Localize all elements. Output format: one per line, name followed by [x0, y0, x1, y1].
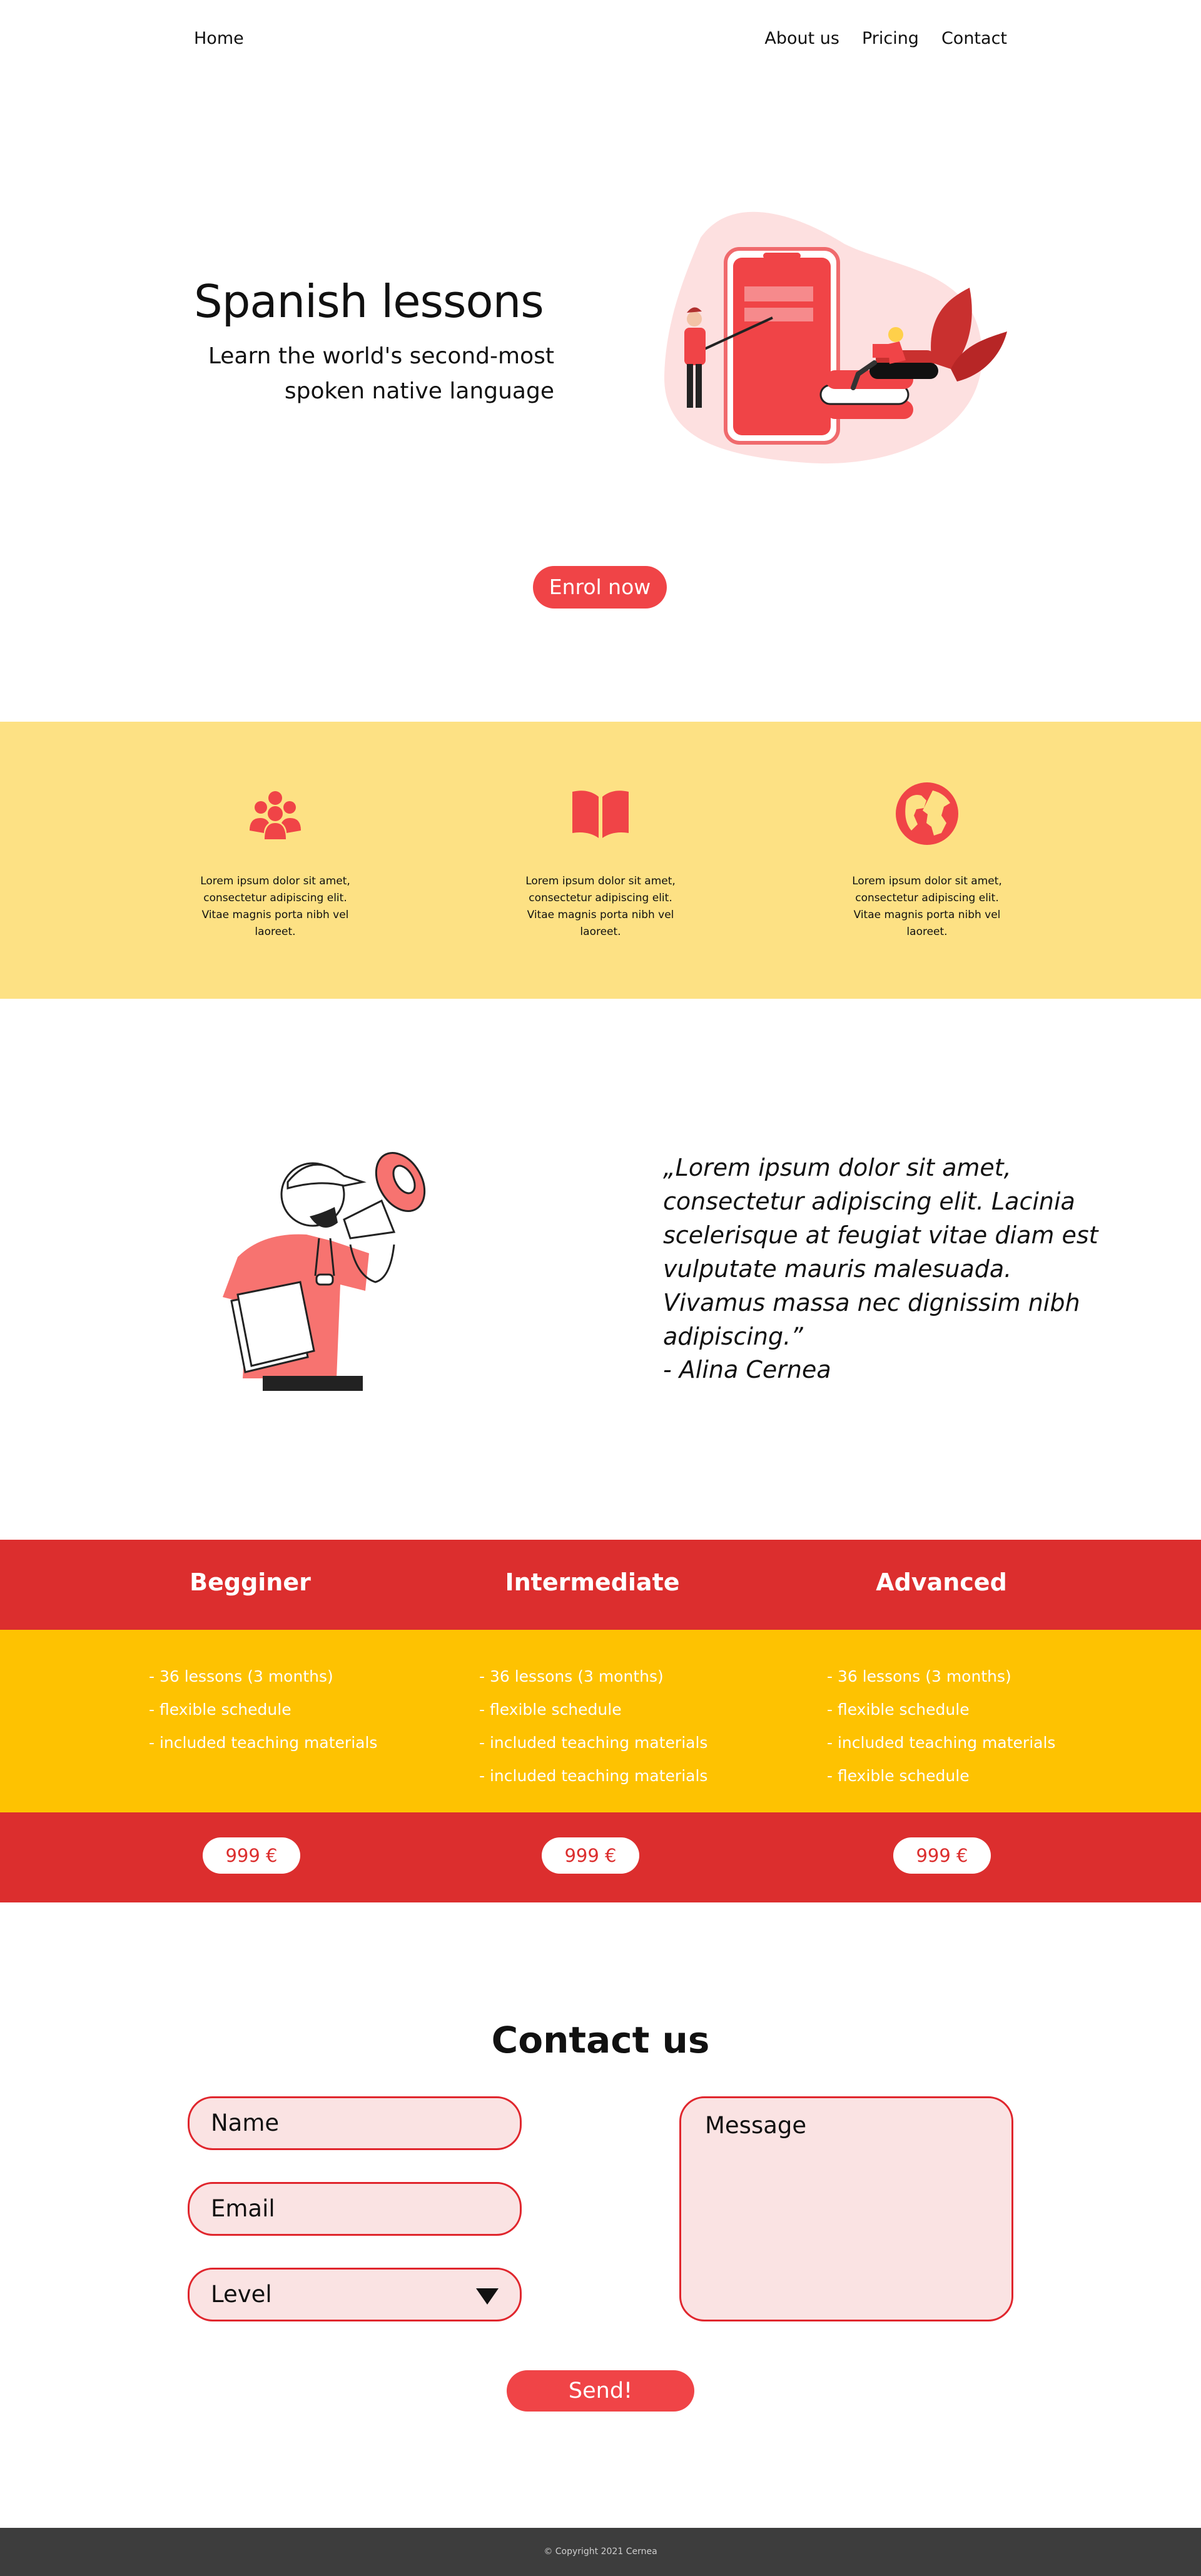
message-textarea[interactable]: Message [679, 2096, 1013, 2321]
plan-feature: - included teaching materials [479, 1734, 708, 1752]
price-button[interactable]: 999 € [893, 1837, 991, 1874]
level-select[interactable]: Level [188, 2268, 522, 2321]
message-placeholder: Message [705, 2112, 807, 2139]
feature-text: Lorem ipsum dolor sit amet, consectetur … [852, 875, 1002, 938]
top-nav: Home About us Pricing Contact [0, 0, 1201, 79]
feature-card: Lorem ipsum dolor sit amet, consectetur … [843, 779, 1011, 941]
feature-card: Lorem ipsum dolor sit amet, consectetur … [191, 779, 360, 941]
price-button[interactable]: 999 € [203, 1837, 300, 1874]
send-button[interactable]: Send! [507, 2370, 694, 2412]
nav-pricing-link[interactable]: Pricing [862, 29, 919, 48]
plan-feature: - 36 lessons (3 months) [827, 1667, 1011, 1685]
nav-links: About us Pricing Contact [764, 29, 1007, 48]
plan-feature: - 36 lessons (3 months) [149, 1667, 333, 1685]
plan-feature-list: - 36 lessons (3 months) - flexible sched… [149, 1660, 377, 1759]
plan-title: Advanced [876, 1568, 1007, 1596]
plan-title: Begginer [190, 1568, 311, 1596]
testimonial-author: - Alina Cernea [663, 1356, 831, 1383]
plan-feature: - included teaching materials [479, 1767, 708, 1785]
level-placeholder: Level [211, 2281, 272, 2308]
plan-feature-list: - 36 lessons (3 months) - flexible sched… [479, 1660, 707, 1792]
copyright-text: © Copyright 2021 Cernea [544, 2547, 657, 2557]
nav-home-link[interactable]: Home [194, 29, 244, 48]
footer: © Copyright 2021 Cernea [0, 2528, 1201, 2576]
enrol-now-button[interactable]: Enrol now [533, 566, 667, 609]
feature-text: Lorem ipsum dolor sit amet, consectetur … [200, 875, 350, 938]
megaphone-man-illustration [223, 1151, 426, 1391]
plan-feature: - included teaching materials [827, 1734, 1056, 1752]
plan-feature: - 36 lessons (3 months) [479, 1667, 664, 1685]
features-section: Lorem ipsum dolor sit amet, consectetur … [0, 722, 1201, 999]
plan-feature: - flexible schedule [827, 1767, 970, 1785]
email-input[interactable]: Email [188, 2182, 522, 2236]
name-input[interactable]: Name [188, 2096, 522, 2150]
dropdown-triangle-icon [476, 2288, 499, 2305]
feature-card: Lorem ipsum dolor sit amet, consectetur … [516, 779, 685, 941]
plan-feature: - flexible schedule [827, 1700, 970, 1719]
price-button[interactable]: 999 € [542, 1837, 639, 1874]
pricing-prices: 999 € 999 € 999 € [0, 1812, 1201, 1902]
plan-title: Intermediate [505, 1568, 680, 1596]
name-placeholder: Name [211, 2109, 280, 2136]
plan-feature-list: - 36 lessons (3 months) - flexible sched… [827, 1660, 1055, 1792]
hero-subtitle: Learn the world's second-most spoken nat… [208, 343, 554, 404]
email-placeholder: Email [211, 2195, 275, 2222]
group-icon [250, 791, 301, 839]
testimonial-quote: „Lorem ipsum dolor sit amet, consectetur… [663, 1154, 1098, 1350]
pricing-features: - 36 lessons (3 months) - flexible sched… [0, 1630, 1201, 1812]
nav-about-link[interactable]: About us [764, 29, 839, 48]
hero-title: Spanish lessons [194, 275, 544, 328]
hero-illustration [664, 211, 1007, 464]
feature-text: Lorem ipsum dolor sit amet, consectetur … [525, 875, 676, 938]
plan-feature: - flexible schedule [149, 1700, 291, 1719]
pricing-header: Begginer Intermediate Advanced [0, 1540, 1201, 1630]
book-icon [572, 790, 629, 838]
plan-feature: - included teaching materials [149, 1734, 378, 1752]
globe-icon [896, 782, 958, 845]
plan-feature: - flexible schedule [479, 1700, 622, 1719]
nav-contact-link[interactable]: Contact [941, 29, 1007, 48]
contact-title: Contact us [491, 2019, 710, 2061]
